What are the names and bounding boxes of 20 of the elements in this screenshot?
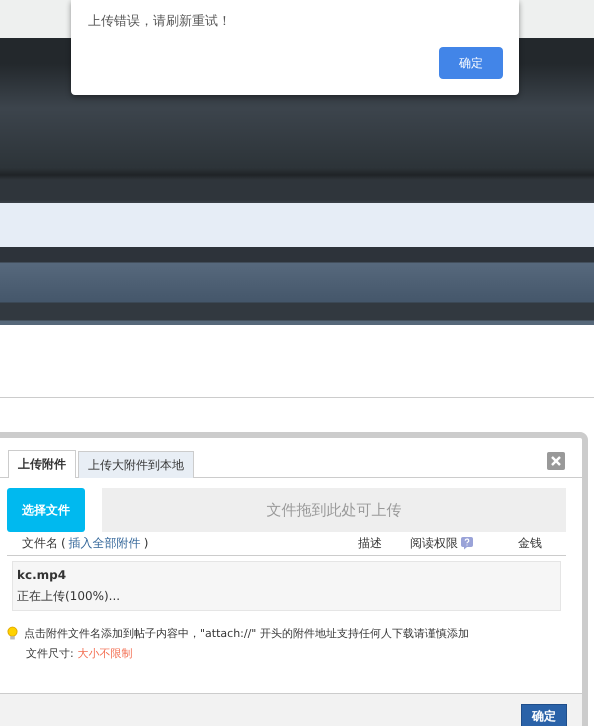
paren: ) [144, 535, 148, 552]
help-icon[interactable] [460, 536, 474, 550]
size-label: 文件尺寸: [26, 646, 74, 661]
paren: ( [61, 535, 66, 552]
file-name[interactable]: kc.mp4 [17, 568, 560, 582]
insert-all-link[interactable]: 插入全部附件 [68, 532, 141, 554]
tip-text: 点击附件文件名添加到帖子内容中，"attach://" 开头的附件地址支持任何人下载请谨慎添加 [24, 626, 469, 641]
size-value: 大小不限制 [78, 646, 133, 661]
ok-button[interactable]: 确定 [439, 47, 503, 79]
column-header: 文件名 [22, 535, 58, 552]
tab[interactable]: 上传附件 [8, 450, 76, 478]
alert-message: 上传错误，请刷新重试！ [88, 13, 231, 30]
lightbulb-icon [7, 626, 18, 641]
close-icon[interactable] [547, 452, 565, 470]
column-header: 描述 [358, 535, 382, 552]
tab[interactable]: 上传大附件到本地 [78, 451, 194, 478]
confirm-button[interactable]: 确定 [521, 704, 567, 726]
column-header: 金钱 [518, 535, 542, 552]
column-header: 阅读权限 [410, 535, 458, 552]
upload-status: 正在上传(100%)... [17, 588, 122, 604]
